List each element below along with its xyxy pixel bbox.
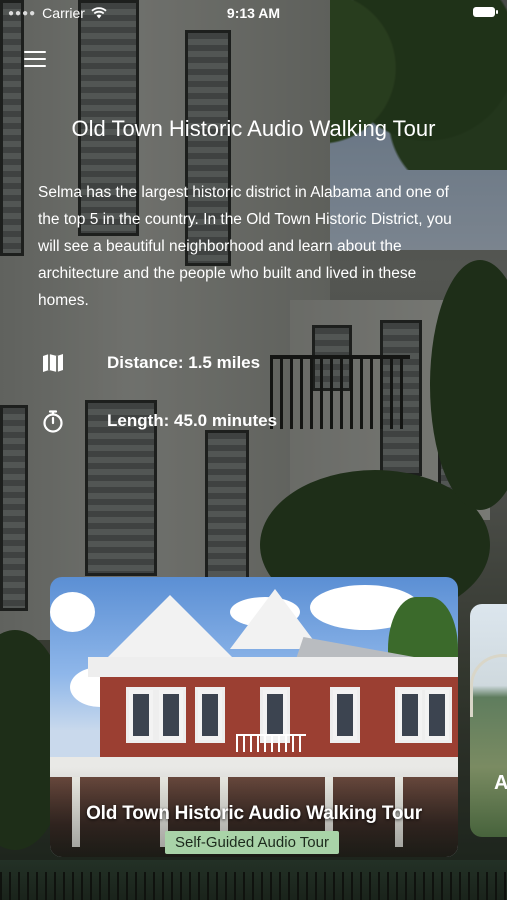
hamburger-menu-icon[interactable] (24, 51, 46, 69)
tour-type-badge: Self-Guided Audio Tour (165, 831, 339, 854)
tour-description: Selma has the largest historic district … (38, 184, 452, 309)
stopwatch-icon (40, 408, 66, 434)
distance-label: Distance: 1.5 miles (107, 353, 261, 372)
fence (0, 872, 507, 900)
distance-row: Distance: 1.5 miles (40, 350, 260, 376)
card-title: Old Town Historic Audio Walking Tour (86, 803, 422, 824)
next-tour-card[interactable]: A (470, 604, 507, 837)
tour-card[interactable]: Old Town Historic Audio Walking Tour Sel… (50, 577, 458, 857)
clock: 9:13 AM (226, 5, 281, 21)
map-icon (40, 350, 66, 376)
length-label: Length: 45.0 minutes (107, 411, 278, 430)
status-bar: ●●●● Carrier 9:13 AM (0, 0, 507, 26)
length-row: Length: 45.0 minutes (40, 408, 277, 434)
battery-icon (473, 7, 498, 17)
card-title: A (494, 772, 507, 794)
tour-title: Old Town Historic Audio Walking Tour (71, 116, 436, 141)
